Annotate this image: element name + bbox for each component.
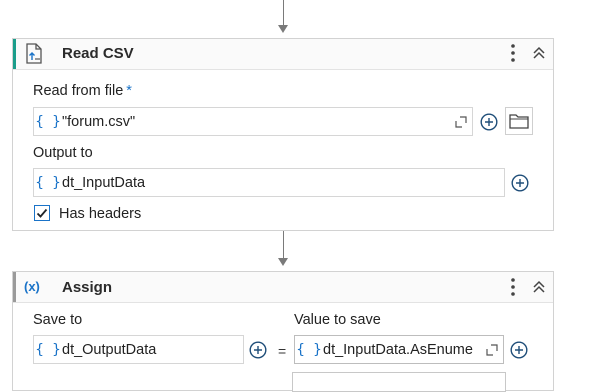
more-options-icon[interactable] (503, 42, 523, 64)
activity-accent-bar (13, 272, 16, 302)
value-to-save-field[interactable]: { } dt_InputData.AsEnume (294, 335, 504, 364)
more-options-icon[interactable] (503, 276, 523, 298)
save-to-label: Save to (33, 312, 83, 328)
add-variable-icon[interactable] (479, 112, 498, 131)
output-to-value[interactable]: dt_InputData (62, 175, 504, 191)
save-to-value[interactable]: dt_OutputData (62, 342, 243, 358)
value-to-save-value[interactable]: dt_InputData.AsEnume (323, 342, 481, 358)
variable-x-icon: (x) (24, 279, 40, 294)
read-from-file-label: Read from file * (33, 83, 132, 99)
has-headers-label: Has headers (59, 206, 142, 222)
expression-braces-icon: { } (35, 113, 61, 130)
has-headers-checkbox[interactable] (34, 205, 50, 221)
add-variable-icon[interactable] (509, 340, 528, 359)
folder-icon (509, 114, 529, 129)
read-csv-file-icon (22, 42, 46, 66)
connector-arrow-top (278, 25, 288, 33)
add-variable-icon[interactable] (510, 173, 529, 192)
expand-editor-icon[interactable] (450, 115, 472, 128)
read-from-file-text: Read from file (33, 83, 124, 99)
connector-line-middle (283, 231, 284, 259)
connector-arrow-middle (278, 258, 288, 266)
autocomplete-popup (292, 372, 506, 392)
value-to-save-label: Value to save (294, 312, 381, 328)
add-variable-icon[interactable] (248, 340, 267, 359)
equals-sign: = (278, 343, 287, 359)
output-to-field[interactable]: { } dt_InputData (33, 168, 505, 197)
expand-editor-icon[interactable] (481, 343, 503, 356)
connector-line-top (283, 0, 284, 26)
read-from-file-field[interactable]: { } "forum.csv" (33, 107, 473, 136)
required-asterisk: * (126, 83, 132, 99)
checkmark-icon (36, 208, 48, 218)
browse-folder-button[interactable] (505, 107, 533, 135)
expression-braces-icon: { } (296, 341, 322, 358)
collapse-icon[interactable] (530, 278, 548, 296)
assign-title: Assign (62, 279, 113, 296)
read-csv-title: Read CSV (62, 45, 134, 62)
output-to-label: Output to (33, 145, 93, 161)
save-to-field[interactable]: { } dt_OutputData (33, 335, 244, 364)
read-from-file-value[interactable]: "forum.csv" (62, 114, 450, 130)
activity-accent-bar (13, 39, 16, 69)
expression-braces-icon: { } (35, 174, 61, 191)
collapse-icon[interactable] (530, 44, 548, 62)
expression-braces-icon: { } (35, 341, 61, 358)
